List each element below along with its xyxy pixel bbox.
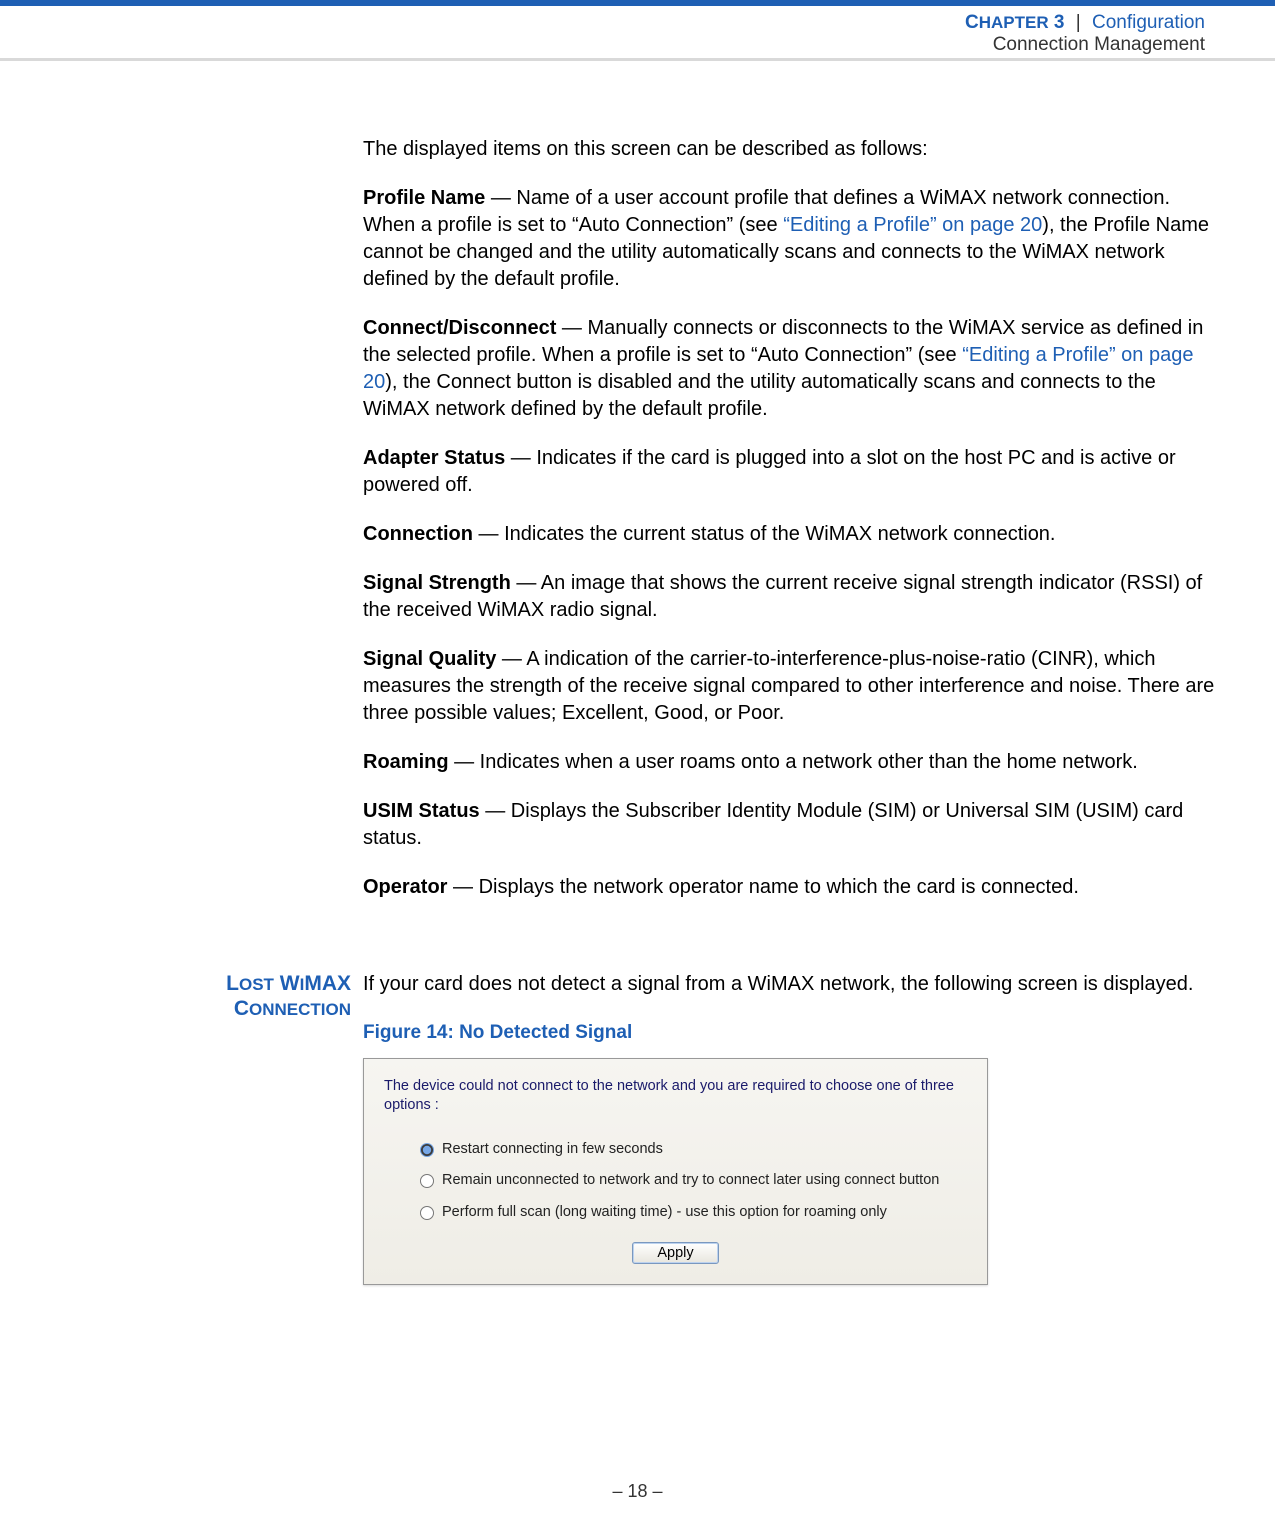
term-adapter-status: Adapter Status: [363, 447, 505, 469]
page-number: – 18 –: [0, 1481, 1275, 1502]
radio-restart-label: Restart connecting in few seconds: [442, 1140, 663, 1160]
body-text: The displayed items on this screen can b…: [363, 136, 1215, 923]
term-usim-status: USIM Status: [363, 800, 480, 822]
radio-restart[interactable]: [420, 1143, 434, 1157]
term-roaming: Roaming: [363, 751, 449, 773]
link-editing-profile-1[interactable]: “Editing a Profile” on page 20: [783, 214, 1042, 236]
no-signal-dialog: The device could not connect to the netw…: [363, 1058, 988, 1286]
apply-button[interactable]: Apply: [632, 1242, 718, 1264]
item-signal-strength: Signal Strength — An image that shows th…: [363, 570, 1215, 624]
term-profile-name: Profile Name: [363, 187, 485, 209]
item-operator: Operator — Displays the network operator…: [363, 874, 1215, 901]
radio-remain-unconnected-label: Remain unconnected to network and try to…: [442, 1171, 939, 1191]
intro-paragraph: The displayed items on this screen can b…: [363, 136, 1215, 163]
item-adapter-status: Adapter Status — Indicates if the card i…: [363, 445, 1215, 499]
term-connect-disconnect: Connect/Disconnect: [363, 317, 556, 339]
radio-remain-unconnected[interactable]: [420, 1174, 434, 1188]
header-subsection: Connection Management: [965, 34, 1205, 56]
dialog-message: The device could not connect to the netw…: [384, 1077, 967, 1116]
header-section: Configuration: [1092, 12, 1205, 33]
item-roaming: Roaming — Indicates when a user roams on…: [363, 749, 1215, 776]
chapter-label: CHAPTER 3: [965, 12, 1065, 33]
term-signal-quality: Signal Quality: [363, 648, 496, 670]
dialog-radio-group: Restart connecting in few seconds Remain…: [384, 1140, 967, 1223]
lost-connection-paragraph: If your card does not detect a signal fr…: [363, 971, 1215, 998]
term-operator: Operator: [363, 876, 447, 898]
header-separator: |: [1076, 12, 1081, 33]
item-connection: Connection — Indicates the current statu…: [363, 521, 1215, 548]
item-profile-name: Profile Name — Name of a user account pr…: [363, 185, 1215, 293]
term-connection: Connection: [363, 523, 473, 545]
item-usim-status: USIM Status — Displays the Subscriber Id…: [363, 798, 1215, 852]
radio-full-scan[interactable]: [420, 1206, 434, 1220]
header-underline: [0, 58, 1275, 61]
item-signal-quality: Signal Quality — A indication of the car…: [363, 646, 1215, 727]
radio-full-scan-label: Perform full scan (long waiting time) - …: [442, 1203, 887, 1223]
page-header: CHAPTER 3 | Configuration Connection Man…: [0, 6, 1275, 58]
term-signal-strength: Signal Strength: [363, 572, 511, 594]
figure-caption: Figure 14: No Detected Signal: [363, 1020, 1215, 1046]
item-connect-disconnect: Connect/Disconnect — Manually connects o…: [363, 315, 1215, 423]
heading-lost-wimax-connection: LOST WIMAX CONNECTION: [135, 971, 363, 1285]
